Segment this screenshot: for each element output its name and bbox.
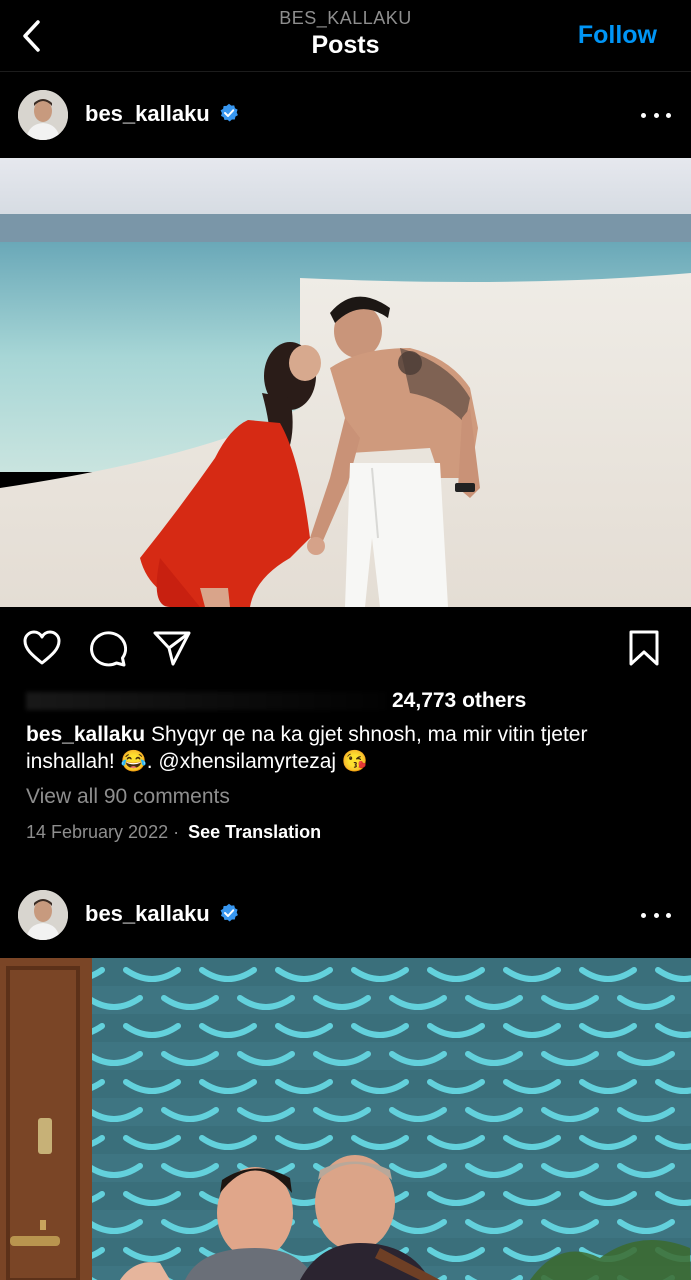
more-options-button[interactable] <box>641 902 671 928</box>
likes-count[interactable]: 24,773 others <box>26 689 526 713</box>
post-header: bes_kallaku <box>0 872 691 958</box>
bookmark-icon <box>629 630 659 666</box>
comment-icon <box>90 631 127 667</box>
post-image[interactable] <box>0 158 691 607</box>
send-icon <box>153 631 191 666</box>
share-button[interactable] <box>150 626 194 670</box>
beach-photo <box>0 158 691 607</box>
avatar[interactable] <box>18 890 68 940</box>
post-username[interactable]: bes_kallaku <box>85 901 210 927</box>
post-header: bes_kallaku <box>0 72 691 158</box>
post-actions-bar <box>0 608 691 688</box>
more-options-button[interactable] <box>641 102 671 128</box>
post-username[interactable]: bes_kallaku <box>85 101 210 127</box>
verified-badge-icon <box>220 903 238 922</box>
liked-by-avatars <box>26 692 386 711</box>
post-date: 14 February 2022 <box>26 822 169 842</box>
more-horizontal-icon <box>641 912 646 918</box>
save-button[interactable] <box>622 626 666 670</box>
heart-icon <box>23 630 61 665</box>
verified-badge-icon <box>220 103 238 122</box>
view-comments-link[interactable]: View all 90 comments <box>26 785 230 809</box>
top-navigation-bar: BES_KALLAKU Posts Follow <box>0 0 691 72</box>
see-translation-link[interactable]: See Translation <box>188 822 321 842</box>
like-button[interactable] <box>20 626 64 670</box>
post-image[interactable] <box>0 958 691 1280</box>
post-meta: 14 February 2022 · See Translation <box>26 822 322 842</box>
comment-button[interactable] <box>85 626 129 670</box>
caption-username[interactable]: bes_kallaku <box>26 723 145 746</box>
post-caption: bes_kallaku Shyqyr qe na ka gjet shnosh,… <box>26 721 666 775</box>
men-photo <box>0 958 691 1280</box>
follow-button[interactable]: Follow <box>578 21 657 50</box>
more-horizontal-icon <box>641 112 646 118</box>
avatar[interactable] <box>18 90 68 140</box>
